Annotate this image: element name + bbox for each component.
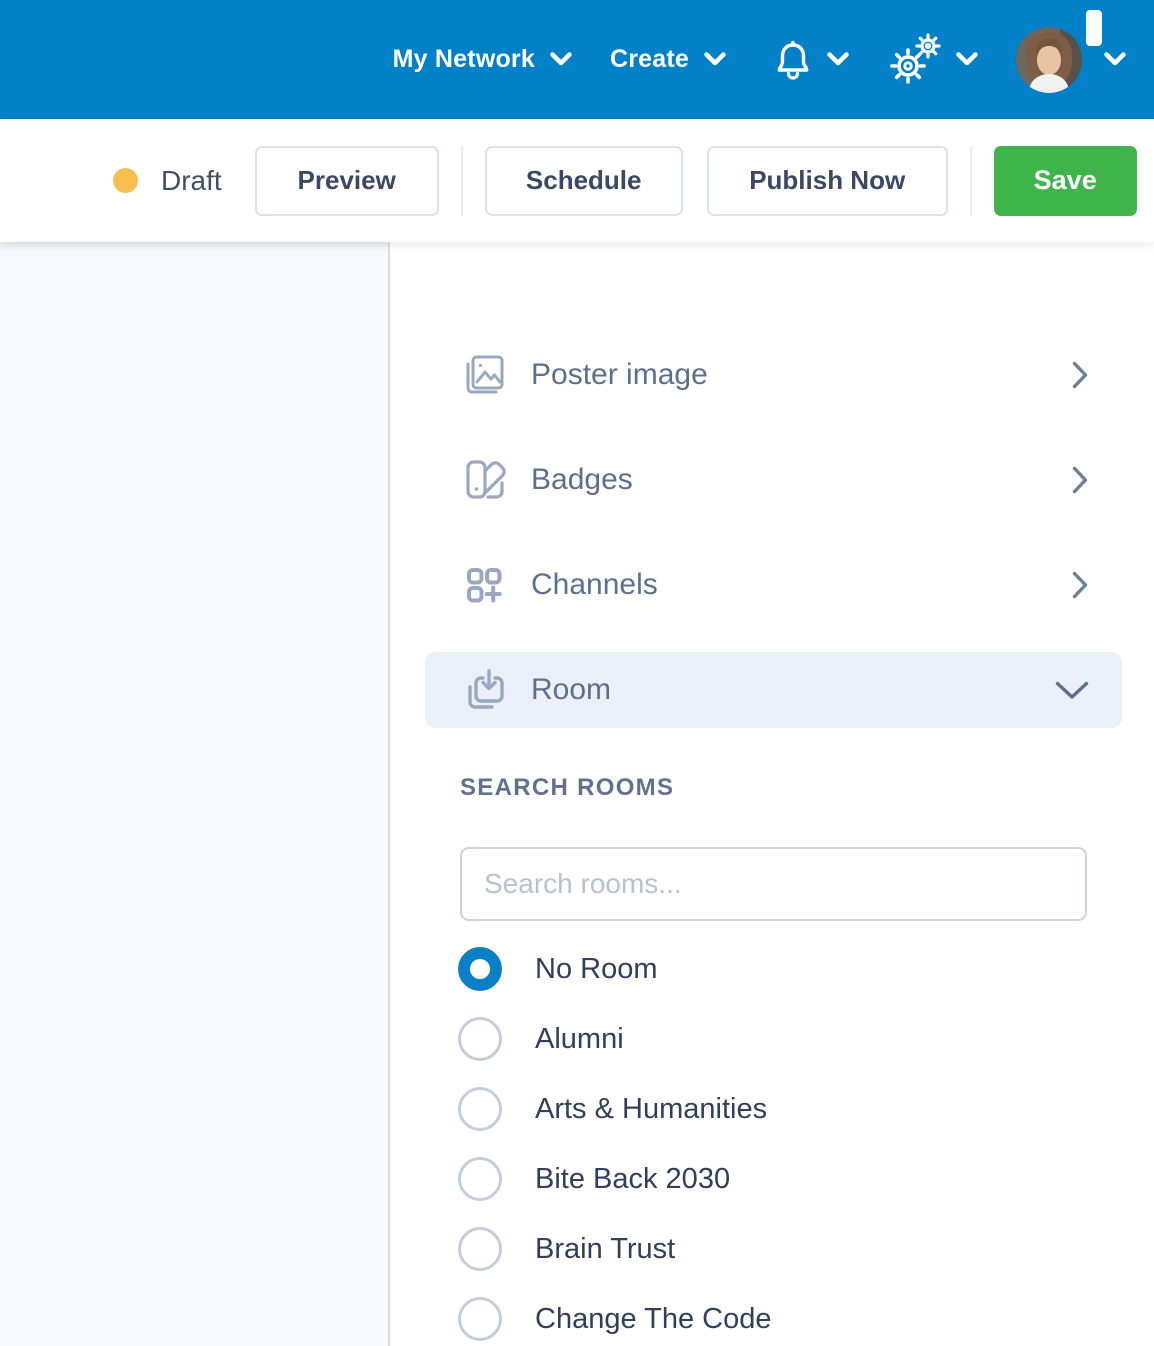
radio-unselected[interactable] [458,1087,502,1131]
chevron-down-icon [1055,681,1089,700]
chevron-right-icon [1072,361,1089,389]
main-area: Poster image Badges [0,242,1154,1346]
search-rooms-input[interactable] [460,847,1087,921]
badges-icon [460,456,508,504]
preview-button[interactable]: Preview [255,146,439,216]
chevron-down-icon [550,52,572,67]
radio-selected[interactable] [458,947,502,991]
poster-image-icon [460,351,508,399]
section-label: Room [531,673,1055,707]
left-sidebar [0,242,390,1346]
notifications-button[interactable] [774,39,849,81]
draft-status-label: Draft [161,165,222,197]
chevron-right-icon [1072,571,1089,599]
section-channels[interactable]: Channels [425,547,1122,623]
my-network-label: My Network [393,45,535,74]
account-menu-button[interactable] [1016,27,1126,93]
chevron-down-icon [956,52,978,67]
room-option-label: No Room [535,953,658,986]
room-option-label: Brain Trust [535,1233,675,1266]
save-button[interactable]: Save [994,146,1137,216]
chevron-down-icon [704,52,726,67]
section-label: Channels [531,568,1072,602]
settings-button[interactable] [887,33,978,87]
section-label: Poster image [531,358,1072,392]
draft-status-dot [113,168,138,193]
bell-icon [774,39,812,81]
section-badges[interactable]: Badges [425,442,1122,518]
schedule-button[interactable]: Schedule [485,146,683,216]
room-icon [460,666,508,714]
create-label: Create [610,45,689,74]
publish-now-button[interactable]: Publish Now [707,146,948,216]
room-option-label: Arts & Humanities [535,1093,767,1126]
avatar-backdrop [1086,10,1102,46]
search-rooms-field-wrap [425,847,1122,921]
room-option[interactable]: Alumni [425,1004,1122,1074]
radio-unselected[interactable] [458,1157,502,1201]
radio-unselected[interactable] [458,1297,502,1341]
section-poster-image[interactable]: Poster image [425,337,1122,413]
chevron-right-icon [1072,466,1089,494]
settings-accordion: Poster image Badges [425,337,1122,728]
channels-icon [460,561,508,609]
room-option-label: Alumni [535,1023,624,1056]
section-label: Badges [531,463,1072,497]
publish-toolbar: Draft Preview Schedule Publish Now Save [0,119,1154,242]
gears-icon [887,33,941,87]
top-nav-bar: My Network Create [0,0,1154,119]
avatar [1016,27,1082,93]
room-option[interactable]: Change The Code [425,1284,1122,1346]
toolbar-divider [970,146,972,216]
room-option[interactable]: Brain Trust [425,1214,1122,1284]
room-option-label: Change The Code [535,1303,771,1336]
room-radio-list: No Room Alumni Arts & Humanities Bite Ba… [425,934,1122,1346]
post-settings-panel: Poster image Badges [390,242,1154,1346]
radio-unselected[interactable] [458,1227,502,1271]
room-option[interactable]: No Room [425,934,1122,1004]
room-option[interactable]: Arts & Humanities [425,1074,1122,1144]
room-option-label: Bite Back 2030 [535,1163,730,1196]
search-rooms-heading: SEARCH ROOMS [425,774,1122,802]
section-room[interactable]: Room [425,652,1122,728]
chevron-down-icon [1104,52,1126,67]
toolbar-divider [461,146,463,216]
radio-unselected[interactable] [458,1017,502,1061]
nav-create[interactable]: Create [610,45,726,74]
room-option[interactable]: Bite Back 2030 [425,1144,1122,1214]
nav-my-network[interactable]: My Network [393,45,572,74]
chevron-down-icon [827,52,849,67]
